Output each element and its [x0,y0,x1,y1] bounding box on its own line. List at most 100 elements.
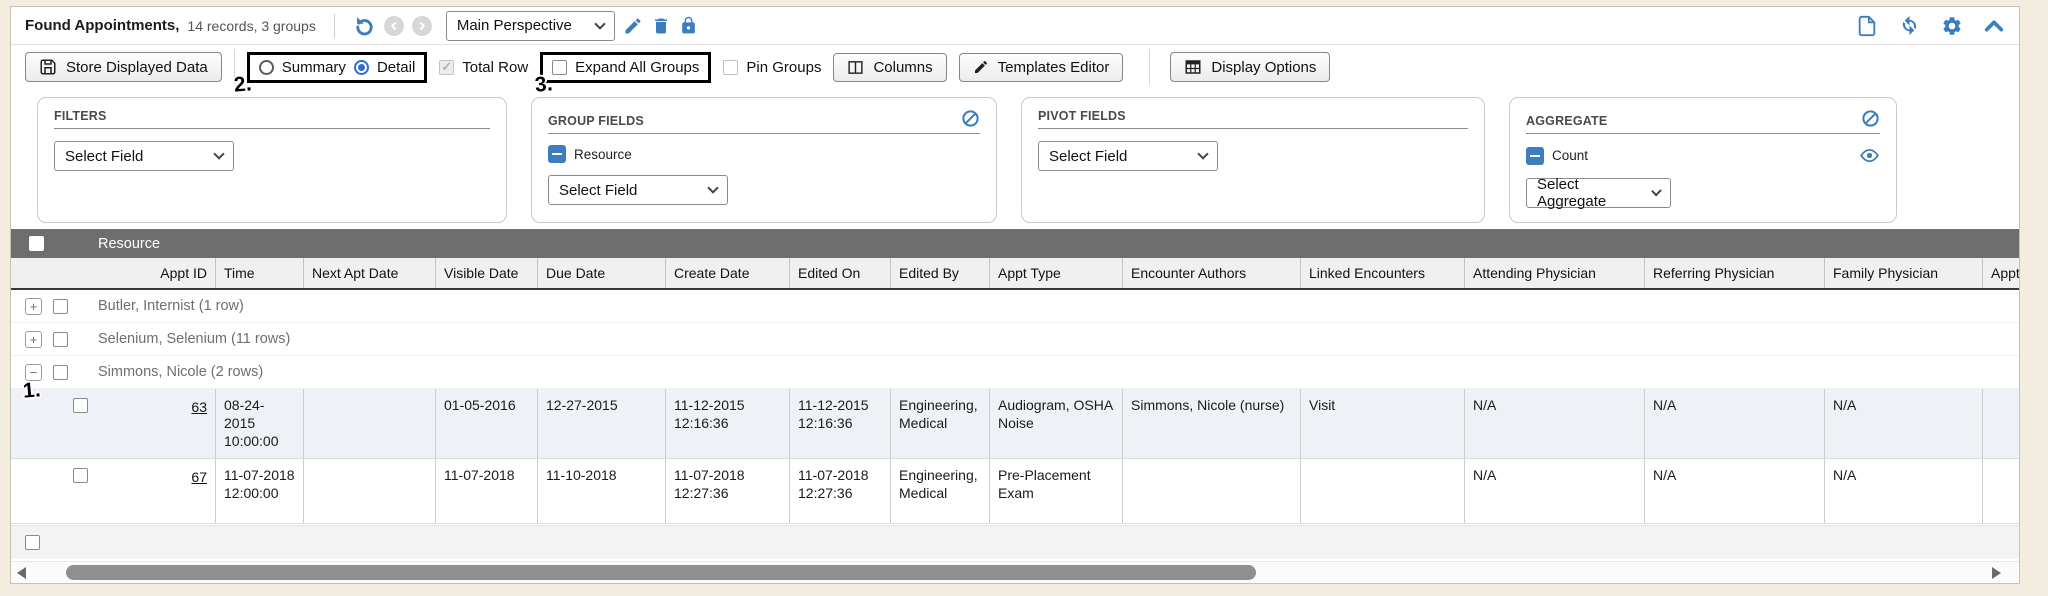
remove-field-icon[interactable] [1526,147,1544,165]
filters-field-select[interactable]: Select Field [54,141,234,171]
cell-appt-re [1983,459,2019,523]
scroll-right-icon[interactable] [1992,567,2001,579]
expand-group-icon[interactable]: + [25,298,42,315]
perspective-select-value: Main Perspective [457,17,572,34]
cell-attending-physician: N/A [1465,459,1645,523]
prev-perspective-icon[interactable] [384,16,404,36]
pin-groups-label: Pin Groups [746,59,821,76]
cell-family-physician: N/A [1825,459,1983,523]
table-row: 6711-07-2018 12:00:0011-07-201811-10-201… [11,459,2019,524]
column-header-appt-type[interactable]: Appt Type [990,258,1123,288]
cell-time: 11-07-2018 12:00:00 [216,459,304,523]
cell-referring-physician: N/A [1645,389,1825,458]
detail-radio[interactable] [354,60,369,75]
cell-due-date: 12-27-2015 [538,389,666,458]
undo-icon[interactable] [353,14,376,37]
new-document-icon[interactable] [1856,15,1878,37]
cell-referring-physician: N/A [1645,459,1825,523]
scrollbar-thumb[interactable] [66,565,1256,580]
cell-edited-by: Engineering, Medical [891,389,990,458]
footer-checkbox[interactable] [25,535,40,550]
group-fields-select[interactable]: Select Field [548,175,728,205]
summary-detail-annotation-box: Summary Detail 2. [247,52,428,83]
chevron-down-icon [707,182,718,193]
column-header-time[interactable]: Time [216,258,304,288]
ban-icon[interactable] [1861,109,1880,128]
column-header-appt-id[interactable]: Appt ID [11,258,216,288]
cell-appt-re [1983,389,2019,458]
display-options-button[interactable]: Display Options [1170,52,1330,82]
column-header-attending-physician[interactable]: Attending Physician [1465,258,1645,288]
perspective-select[interactable]: Main Perspective [446,11,615,41]
column-header-linked-encounters[interactable]: Linked Encounters [1301,258,1465,288]
aggregate-select[interactable]: Select Aggregate [1526,178,1671,208]
group-checkbox[interactable] [53,365,68,380]
select-all-checkbox[interactable] [29,236,44,251]
column-header-referring-physician[interactable]: Referring Physician [1645,258,1825,288]
grid-icon [1184,58,1202,76]
filters-field-select-value: Select Field [65,148,143,165]
cell-linked-encounters [1301,459,1465,523]
group-fields-panel: GROUP FIELDS Resource Select Field [531,97,997,223]
row-checkbox[interactable] [73,398,88,413]
lock-perspective-icon[interactable] [679,16,698,35]
column-header-edited-on[interactable]: Edited On [790,258,891,288]
group-fields-select-value: Select Field [559,182,637,199]
expand-group-icon[interactable]: + [25,331,42,348]
scroll-left-icon[interactable] [17,567,26,579]
group-label: Butler, Internist (1 row) [98,298,244,314]
column-header-next-apt-date[interactable]: Next Apt Date [304,258,436,288]
templates-editor-label: Templates Editor [998,59,1110,76]
group-row-selenium-selenium[interactable]: + Selenium, Selenium (11 rows) [11,323,2019,356]
next-perspective-icon[interactable] [412,16,432,36]
column-header-appt-re[interactable]: Appt Re [1983,258,2019,288]
store-displayed-data-button[interactable]: Store Displayed Data [25,52,222,82]
templates-editor-button[interactable]: Templates Editor [959,53,1124,82]
group-field-resource-label: Resource [574,147,632,162]
appt-id-link[interactable]: 63 [191,398,207,416]
columns-label: Columns [873,59,932,76]
aggregate-count-label: Count [1552,148,1588,163]
remove-field-icon[interactable] [548,145,566,163]
expand-all-groups-label: Expand All Groups [575,59,699,76]
column-header-create-date[interactable]: Create Date [666,258,790,288]
group-row-butler-internist[interactable]: + Butler, Internist (1 row) [11,290,2019,323]
settings-gear-icon[interactable] [1941,15,1963,37]
pivot-fields-panel: PIVOT FIELDS Select Field [1021,97,1485,223]
chevron-down-icon [213,148,224,159]
row-checkbox[interactable] [73,468,88,483]
column-header-due-date[interactable]: Due Date [538,258,666,288]
pivot-fields-select[interactable]: Select Field [1038,141,1218,171]
group-checkbox[interactable] [53,332,68,347]
delete-perspective-icon[interactable] [651,16,671,36]
cell-linked-encounters: Visit [1301,389,1465,458]
record-count: 14 records, 3 groups [187,18,315,34]
collapse-panel-icon[interactable] [1983,15,2005,37]
group-row-simmons-nicole[interactable]: −Simmons, Nicole (2 rows)1. [11,356,2019,389]
aggregate-title: AGGREGATE [1526,114,1607,128]
cell-appt-type: Pre-Placement Exam [990,459,1123,523]
horizontal-scrollbar[interactable] [11,561,2019,583]
column-header-encounter-authors[interactable]: Encounter Authors [1123,258,1301,288]
group-checkbox[interactable] [53,299,68,314]
column-header-family-physician[interactable]: Family Physician [1825,258,1983,288]
appt-id-link[interactable]: 67 [191,468,207,486]
detail-rows: 6308-24-2015 10:00:0001-05-201612-27-201… [11,389,2019,524]
expand-all-groups-checkbox[interactable] [552,60,567,75]
total-row-checkbox[interactable] [439,60,454,75]
pin-groups-checkbox[interactable] [723,60,738,75]
column-header-visible-date[interactable]: Visible Date [436,258,538,288]
eye-icon[interactable] [1859,145,1880,166]
pivot-fields-title: PIVOT FIELDS [1038,109,1126,123]
columns-button[interactable]: Columns [833,53,946,82]
edit-perspective-icon[interactable] [623,16,643,36]
cell-edited-on: 11-07-2018 12:27:36 [790,459,891,523]
ban-icon[interactable] [961,109,980,128]
column-header-edited-by[interactable]: Edited By [891,258,990,288]
group-label: Selenium, Selenium (11 rows) [98,331,290,347]
divider [1149,49,1150,85]
summary-label: Summary [282,59,346,76]
refresh-icon[interactable] [1898,14,1921,37]
summary-radio[interactable] [259,60,274,75]
aggregate-panel: AGGREGATE Count Select Aggregate [1509,97,1897,223]
